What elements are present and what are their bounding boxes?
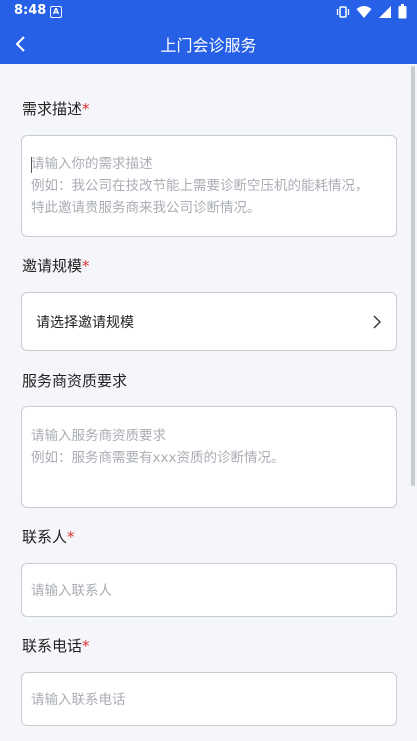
demand-placeholder-line3: 特此邀请贵服务商来我公司诊断情况。 — [31, 200, 261, 216]
wifi-icon — [356, 5, 372, 18]
scrollbar[interactable] — [411, 66, 415, 486]
phone-placeholder: 请输入联系电话 — [31, 692, 126, 708]
status-bar: 8:48 A — [0, 0, 417, 24]
page-title: 上门会诊服务 — [160, 36, 257, 55]
scale-select[interactable]: 请选择邀请规模 — [21, 292, 397, 351]
phone-input[interactable]: 请输入联系电话 — [21, 672, 397, 726]
vibrate-icon — [336, 5, 350, 18]
status-time: 8:48 — [14, 3, 47, 18]
text-cursor — [31, 157, 32, 173]
qualification-textarea[interactable]: 请输入服务商资质要求 例如：服务商需要有xxx资质的诊断情况。 — [21, 406, 397, 508]
qualification-placeholder-line2: 例如：服务商需要有xxx资质的诊断情况。 — [31, 450, 285, 466]
signal-icon — [379, 5, 391, 18]
contact-placeholder: 请输入联系人 — [31, 583, 112, 599]
chevron-right-icon — [373, 315, 381, 329]
demand-placeholder-line2: 例如：我公司在技改节能上需要诊断空压机的能耗情况， — [31, 178, 369, 194]
notification-app-icon: A — [50, 6, 62, 18]
status-icons — [336, 4, 407, 19]
required-mark: * — [82, 257, 90, 275]
contact-input[interactable]: 请输入联系人 — [21, 563, 397, 617]
qualification-label: 服务商资质要求 — [22, 372, 128, 390]
demand-label: 需求描述* — [22, 100, 90, 118]
required-mark: * — [82, 100, 90, 118]
demand-placeholder-line1: 请输入你的需求描述 — [31, 156, 153, 172]
scale-label: 邀请规模* — [22, 257, 90, 275]
qualification-placeholder-line1: 请输入服务商资质要求 — [31, 428, 166, 444]
scale-select-value: 请选择邀请规模 — [36, 315, 134, 331]
nav-bar: 上门会诊服务 — [0, 24, 417, 64]
required-mark: * — [82, 637, 90, 655]
phone-label: 联系电话* — [22, 637, 90, 655]
battery-icon — [398, 4, 407, 19]
contact-label: 联系人* — [22, 528, 75, 546]
required-mark: * — [67, 528, 75, 546]
demand-textarea[interactable]: 请输入你的需求描述 例如：我公司在技改节能上需要诊断空压机的能耗情况， 特此邀请… — [21, 135, 397, 237]
